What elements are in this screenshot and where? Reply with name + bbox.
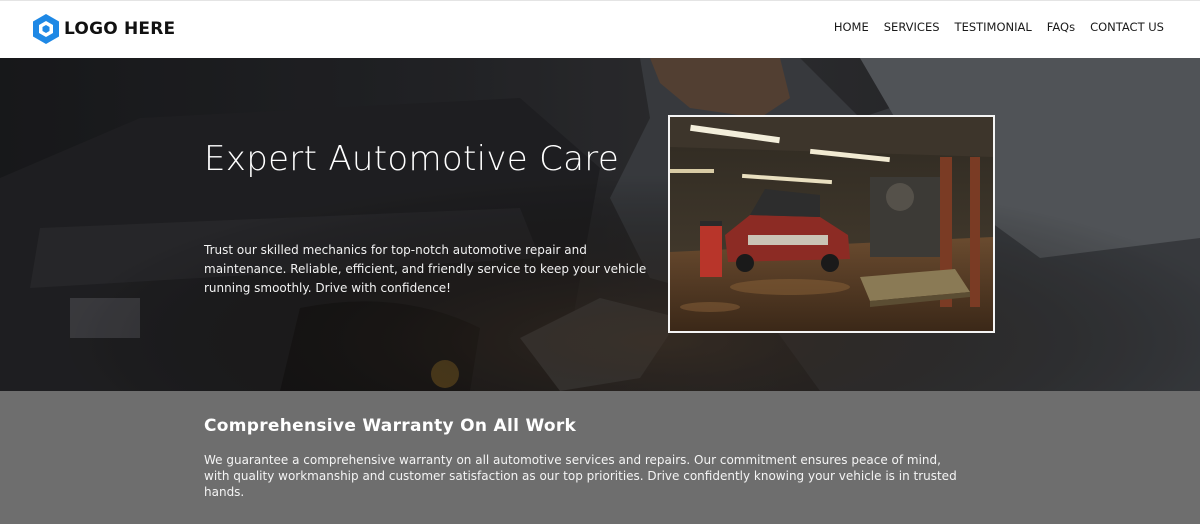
nav-testimonial[interactable]: TESTIMONIAL: [955, 20, 1032, 34]
garage-photo: [668, 115, 995, 333]
site-header: LOGO HERE HOME SERVICES TESTIMONIAL FAQs…: [0, 0, 1200, 58]
hero-background-image: [0, 58, 1200, 391]
nav-contact-us[interactable]: CONTACT US: [1090, 20, 1164, 34]
hero-section: Expert Automotive Care Trust our skilled…: [0, 58, 1200, 391]
nav-services[interactable]: SERVICES: [884, 20, 940, 34]
logo[interactable]: LOGO HERE: [31, 13, 175, 45]
nav-home[interactable]: HOME: [834, 20, 869, 34]
hero-title: Expert Automotive Care: [204, 139, 620, 179]
warranty-title: Comprehensive Warranty On All Work: [204, 416, 577, 436]
hexagon-logo-icon: [33, 14, 59, 44]
warranty-section: Comprehensive Warranty On All Work We gu…: [0, 391, 1200, 524]
hero-description: Trust our skilled mechanics for top-notc…: [204, 243, 647, 295]
main-nav: HOME SERVICES TESTIMONIAL FAQs CONTACT U…: [819, 20, 1164, 34]
warranty-description: We guarantee a comprehensive warranty on…: [204, 453, 957, 499]
garage-scene-image: [670, 117, 993, 331]
logo-text: LOGO HERE: [64, 19, 176, 39]
nav-faqs[interactable]: FAQs: [1047, 20, 1075, 34]
